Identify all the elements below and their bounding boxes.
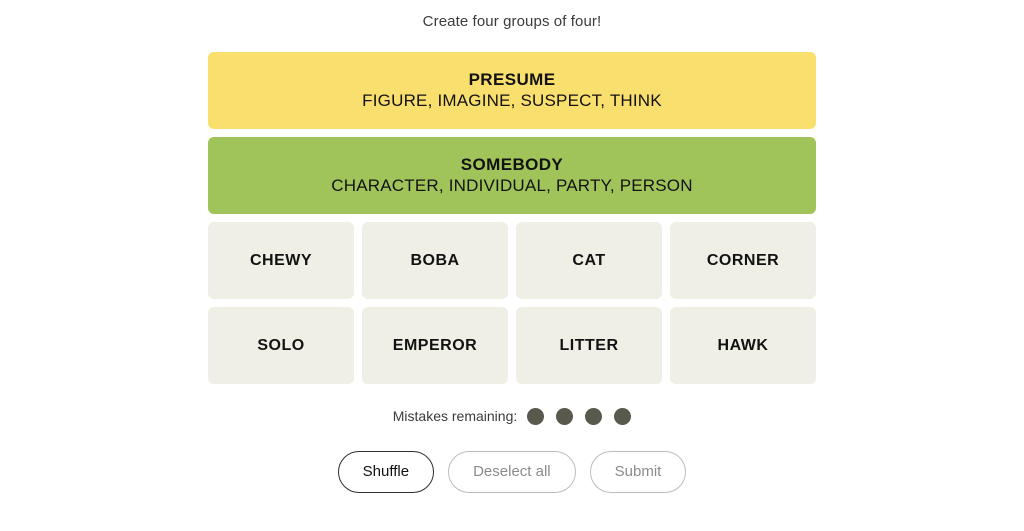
- solved-group-title: PRESUME: [468, 69, 556, 89]
- tile-row: SOLO EMPEROR LITTER HAWK: [208, 307, 816, 384]
- mistakes-label: Mistakes remaining:: [392, 408, 518, 424]
- submit-button[interactable]: Submit: [589, 451, 687, 493]
- puzzle-board: PRESUME FIGURE, IMAGINE, SUSPECT, THINK …: [208, 52, 816, 384]
- word-tile[interactable]: SOLO: [208, 307, 354, 384]
- solved-group-members: CHARACTER, INDIVIDUAL, PARTY, PERSON: [331, 176, 693, 195]
- word-tile[interactable]: BOBA: [362, 222, 508, 299]
- action-buttons: Shuffle Deselect all Submit: [337, 451, 687, 493]
- shuffle-button[interactable]: Shuffle: [337, 451, 435, 493]
- solved-group-title: SOMEBODY: [460, 154, 564, 174]
- mistake-dot: [614, 407, 632, 425]
- connections-game: Create four groups of four! PRESUME FIGU…: [0, 0, 1024, 531]
- instruction-text: Create four groups of four!: [422, 13, 602, 30]
- word-tile[interactable]: LITTER: [516, 307, 662, 384]
- word-tile[interactable]: CHEWY: [208, 222, 354, 299]
- solved-group-members: FIGURE, IMAGINE, SUSPECT, THINK: [362, 91, 662, 110]
- word-tile[interactable]: CAT: [516, 222, 662, 299]
- mistake-dot: [585, 407, 603, 425]
- mistake-dots: [527, 407, 632, 425]
- mistake-dot: [527, 407, 545, 425]
- solved-group-row: PRESUME FIGURE, IMAGINE, SUSPECT, THINK: [208, 52, 816, 129]
- mistakes-remaining: Mistakes remaining:: [393, 407, 632, 425]
- deselect-all-button[interactable]: Deselect all: [448, 451, 576, 493]
- word-tile[interactable]: EMPEROR: [362, 307, 508, 384]
- mistake-dot: [556, 407, 574, 425]
- solved-group-row: SOMEBODY CHARACTER, INDIVIDUAL, PARTY, P…: [208, 137, 816, 214]
- tile-row: CHEWY BOBA CAT CORNER: [208, 222, 816, 299]
- word-tile[interactable]: CORNER: [670, 222, 816, 299]
- word-tile[interactable]: HAWK: [670, 307, 816, 384]
